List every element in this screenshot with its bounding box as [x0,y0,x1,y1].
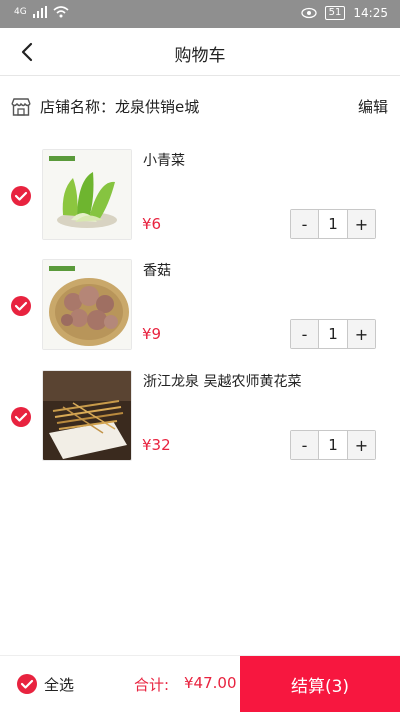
shop-name: 店铺名称：龙泉供销e城 [40,98,200,116]
eye-icon [301,7,317,19]
select-all-label[interactable]: 全选 [44,674,74,695]
decrease-button[interactable]: - [291,210,318,238]
page-title: 购物车 [174,46,226,66]
total-label: 合计: [134,676,170,694]
wifi-icon [53,6,69,18]
checkout-button[interactable]: 结算(3) [240,656,400,712]
edit-button[interactable]: 编辑 [358,96,388,117]
increase-button[interactable]: + [348,431,375,459]
check-circle-icon[interactable] [10,406,32,428]
quantity-stepper: - 1 + [290,209,376,239]
product-image-daylily[interactable] [42,370,132,461]
status-left: 4G [14,6,69,18]
product-name: 浙江龙泉 吴越农师黄花菜 [143,374,302,390]
product-image-bok-choy[interactable] [42,149,132,240]
product-image-mushroom[interactable] [42,259,132,350]
total-value: ¥47.00 [184,674,237,692]
cart-item: 小青菜 ¥6 - 1 + [0,149,400,245]
quantity-stepper: - 1 + [290,319,376,349]
product-price: ¥9 [142,325,162,343]
increase-button[interactable]: + [348,320,375,348]
signal-icon [32,6,47,18]
check-circle-icon[interactable] [10,185,32,207]
quantity-value[interactable]: 1 [318,320,348,348]
cart-item: 浙江龙泉 吴越农师黄花菜 ¥32 - 1 + [0,370,400,466]
quantity-value[interactable]: 1 [318,431,348,459]
quantity-value[interactable]: 1 [318,210,348,238]
check-circle-icon[interactable] [10,295,32,317]
cart-footer: 全选 合计: ¥47.00 结算(3) [0,655,400,712]
product-price: ¥32 [142,436,171,454]
select-all-check-icon[interactable] [16,673,38,695]
store-icon [11,98,31,116]
quantity-stepper: - 1 + [290,430,376,460]
battery-indicator: 51 [324,6,346,20]
cart-item: 香菇 ¥9 - 1 + [0,259,400,355]
clock: 14:25 [353,6,388,20]
decrease-button[interactable]: - [291,431,318,459]
nav-header: 购物车 [0,28,400,76]
status-bar: 4G 51 14:25 [0,0,400,28]
status-right: 51 14:25 [301,6,388,20]
increase-button[interactable]: + [348,210,375,238]
network-type: 4G [14,7,27,17]
shop-row: 店铺名称：龙泉供销e城 编辑 [0,86,400,126]
product-price: ¥6 [142,215,162,233]
product-name: 香菇 [143,263,171,279]
decrease-button[interactable]: - [291,320,318,348]
product-name: 小青菜 [143,153,185,169]
